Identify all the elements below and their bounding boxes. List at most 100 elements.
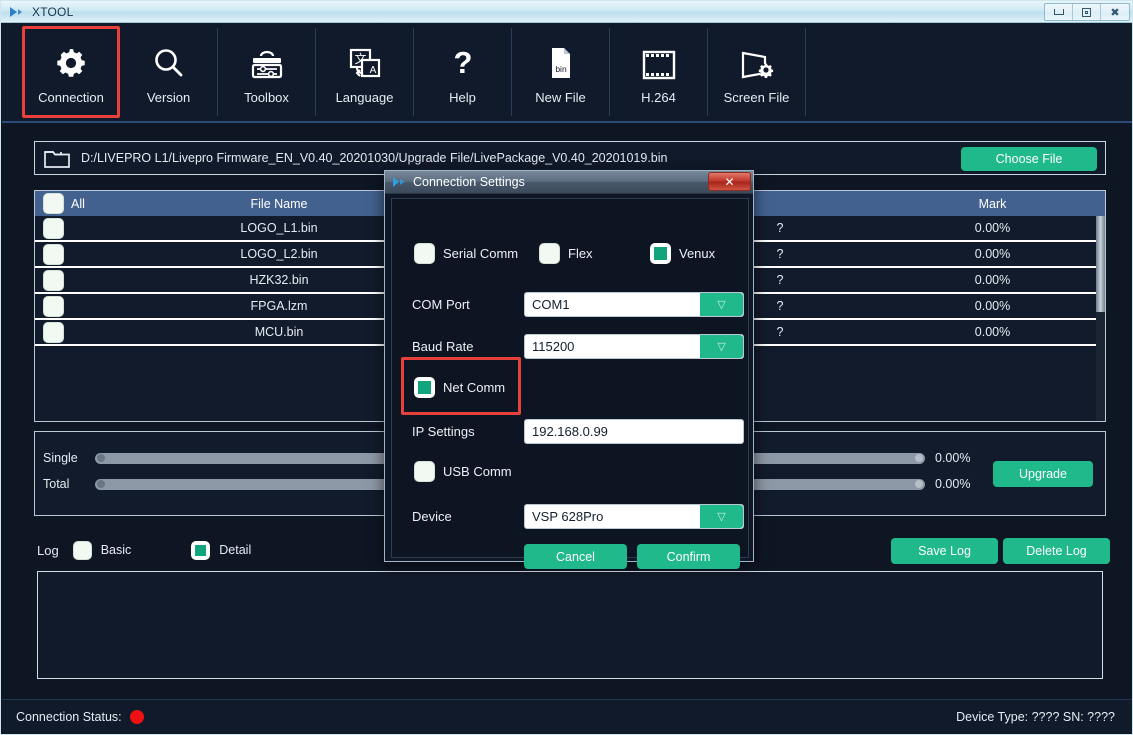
chevron-down-icon[interactable]: ▽ — [700, 505, 743, 528]
scrollbar-thumb[interactable] — [1096, 216, 1105, 312]
venux-checkbox[interactable] — [650, 243, 671, 264]
toolbar-item-screen-file[interactable]: Screen File — [708, 28, 806, 116]
row-checkbox[interactable] — [35, 268, 71, 292]
row-checkbox[interactable] — [35, 242, 71, 266]
flex-label: Flex — [568, 246, 593, 261]
log-detail-option[interactable]: Detail — [191, 541, 251, 560]
comm-type-options: Serial Comm Flex Venux — [414, 243, 715, 264]
usb-comm-checkbox[interactable] — [414, 461, 435, 482]
minimize-icon — [1054, 9, 1064, 15]
flex-option[interactable]: Flex — [539, 243, 650, 264]
log-text-area[interactable] — [37, 571, 1103, 679]
close-icon: ✖ — [1110, 7, 1119, 18]
select-all-checkbox[interactable] — [35, 193, 71, 214]
connection-settings-dialog: Connection Settings ✕ Serial Comm Flex V… — [384, 170, 754, 562]
log-basic-label: Basic — [101, 543, 132, 557]
toolbar-label-h264: H.264 — [641, 90, 676, 105]
dialog-title-text: Connection Settings — [413, 175, 525, 189]
xtool-logo-icon — [392, 175, 406, 189]
toolbar-item-new-file[interactable]: bin New File — [512, 28, 610, 116]
net-comm-option[interactable]: Net Comm — [414, 377, 505, 398]
toolbar-item-help[interactable]: ? Help — [414, 28, 512, 116]
row-checkbox[interactable] — [35, 320, 71, 344]
table-vertical-scrollbar[interactable] — [1096, 216, 1105, 422]
dialog-body: Serial Comm Flex Venux COM Port COM1 ▽ — [391, 198, 749, 558]
connection-status-label: Connection Status: — [16, 710, 122, 724]
ip-settings-input[interactable]: 192.168.0.99 — [524, 419, 744, 444]
device-row: Device VSP 628Pro ▽ — [412, 504, 744, 529]
baud-rate-row: Baud Rate 115200 ▽ — [412, 334, 744, 359]
toolbar-label-version: Version — [147, 90, 190, 105]
status-bar: Connection Status: Device Type: ???? SN:… — [2, 699, 1133, 733]
maximize-button[interactable] — [1073, 4, 1101, 20]
connection-status-group: Connection Status: — [16, 710, 144, 724]
baud-rate-select[interactable]: 115200 ▽ — [524, 334, 744, 359]
com-port-select[interactable]: COM1 ▽ — [524, 292, 744, 317]
toolbar-item-toolbox[interactable]: Toolbox — [218, 28, 316, 116]
single-progress-value: 0.00% — [935, 451, 987, 465]
checkbox-box — [43, 270, 64, 291]
total-progress-label: Total — [43, 477, 85, 491]
net-comm-group[interactable]: Net Comm — [414, 377, 505, 398]
serial-comm-checkbox[interactable] — [414, 243, 435, 264]
dialog-close-button[interactable]: ✕ — [708, 172, 751, 191]
question-mark-icon: ? — [450, 40, 476, 80]
cancel-button[interactable]: Cancel — [524, 544, 627, 569]
upgrade-button[interactable]: Upgrade — [993, 461, 1093, 487]
usb-comm-option[interactable]: USB Comm — [414, 461, 512, 482]
svg-text:bin: bin — [555, 64, 567, 74]
toolbar-item-h264[interactable]: H.264 — [610, 28, 708, 116]
serial-comm-option[interactable]: Serial Comm — [414, 243, 539, 264]
log-options-row: Log Basic Detail — [37, 536, 311, 564]
chevron-down-icon[interactable]: ▽ — [700, 293, 743, 316]
row-spacer — [71, 242, 109, 266]
save-log-button[interactable]: Save Log — [891, 538, 998, 564]
app-logo-icon — [8, 5, 24, 19]
checkbox-box — [43, 244, 64, 265]
ip-settings-label: IP Settings — [412, 424, 524, 439]
minimize-button[interactable] — [1045, 4, 1073, 20]
choose-file-button[interactable]: Choose File — [961, 147, 1097, 171]
toolbar-label-language: Toolbox — [244, 90, 289, 105]
log-label: Log — [37, 543, 59, 558]
log-detail-checkbox[interactable] — [191, 541, 210, 560]
table-header-mark: Mark — [880, 191, 1105, 216]
row-spacer — [71, 216, 109, 240]
confirm-button[interactable]: Confirm — [637, 544, 740, 569]
checkbox-box — [43, 322, 64, 343]
toolbar-label-help: Help — [449, 90, 476, 105]
usb-comm-group[interactable]: USB Comm — [414, 461, 512, 482]
net-comm-label: Net Comm — [443, 380, 505, 395]
chevron-down-icon[interactable]: ▽ — [700, 335, 743, 358]
folder-icon[interactable] — [43, 147, 71, 169]
dialog-title-bar: Connection Settings ✕ — [385, 171, 753, 194]
window-title: XTOOL — [32, 5, 73, 19]
toolbar-item-connection[interactable]: Connection — [22, 26, 120, 118]
log-detail-label: Detail — [219, 543, 251, 557]
maximize-icon — [1082, 8, 1091, 17]
row-checkbox[interactable] — [35, 216, 71, 240]
toolbar-item-version[interactable]: Version — [120, 28, 218, 116]
venux-option[interactable]: Venux — [650, 243, 715, 264]
row-checkbox[interactable] — [35, 294, 71, 318]
com-port-row: COM Port COM1 ▽ — [412, 292, 744, 317]
toolbox-icon — [250, 40, 284, 80]
flex-checkbox[interactable] — [539, 243, 560, 264]
main-toolbar: Connection Version Toolbox 文A Language ?… — [2, 23, 1133, 123]
com-port-value: COM1 — [532, 297, 570, 312]
window-title-bar: XTOOL ✖ — [1, 1, 1133, 23]
log-basic-option[interactable]: Basic — [73, 541, 132, 560]
row-mark: 0.00% — [880, 320, 1105, 344]
window-controls: ✖ — [1044, 3, 1130, 21]
close-button[interactable]: ✖ — [1101, 4, 1129, 20]
net-comm-checkbox[interactable] — [414, 377, 435, 398]
svg-text:A: A — [369, 65, 376, 76]
delete-log-button[interactable]: Delete Log — [1003, 538, 1110, 564]
log-basic-checkbox[interactable] — [73, 541, 92, 560]
dialog-action-buttons: Cancel Confirm — [524, 544, 740, 569]
toolbar-label-toolbox: Language — [336, 90, 394, 105]
toolbar-item-language[interactable]: 文A Language — [316, 28, 414, 116]
device-select[interactable]: VSP 628Pro ▽ — [524, 504, 744, 529]
row-spacer — [71, 268, 109, 292]
xtool-application-window: XTOOL ✖ Connection Version Toolbox — [0, 0, 1133, 735]
